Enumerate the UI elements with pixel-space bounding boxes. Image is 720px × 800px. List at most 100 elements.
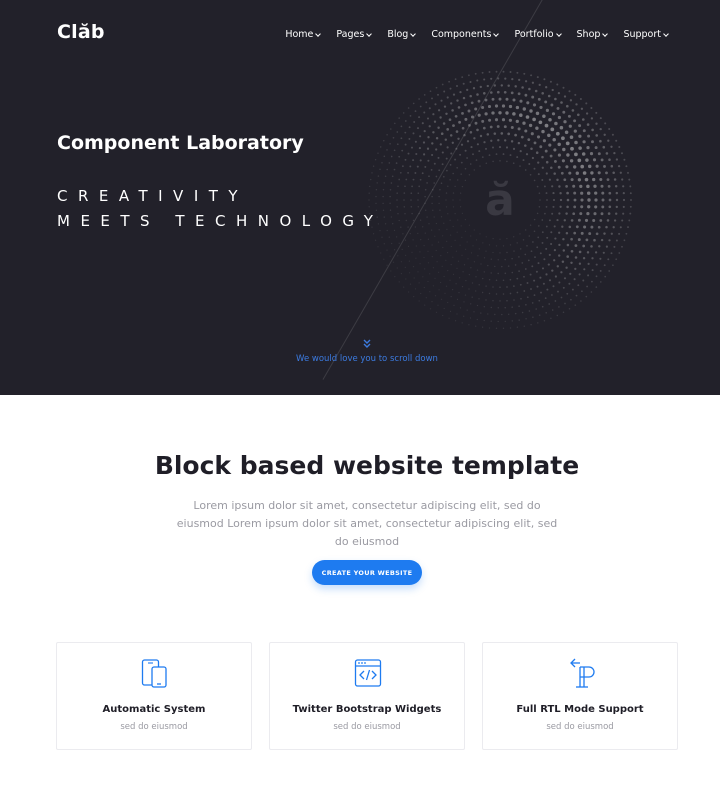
pattern-dot	[545, 273, 548, 276]
nav-item-home[interactable]: Home	[285, 29, 322, 40]
pattern-dot	[403, 286, 405, 288]
pattern-dot	[618, 146, 621, 148]
nav-item-support[interactable]: Support	[623, 29, 669, 40]
pattern-dot	[530, 250, 533, 253]
pattern-dot	[437, 156, 440, 159]
pattern-dot	[564, 302, 566, 305]
feature-card-automatic-system[interactable]: Automatic System sed do eiusmod	[56, 642, 252, 750]
pattern-dot	[574, 267, 577, 271]
chevron-down-icon	[493, 30, 500, 37]
pattern-dot	[418, 116, 421, 119]
pattern-dot	[557, 153, 561, 157]
pattern-dot	[418, 185, 421, 188]
pattern-dot	[595, 111, 598, 114]
pattern-dot	[544, 123, 549, 128]
pattern-dot	[410, 199, 412, 201]
hero-tagline-line2: MEETS TECHNOLOGY	[57, 212, 384, 230]
pattern-dot	[461, 236, 463, 238]
pattern-dot	[404, 239, 407, 241]
pattern-dot	[627, 171, 629, 174]
pattern-dot	[568, 90, 571, 93]
pattern-dot	[433, 182, 435, 184]
pattern-dot	[537, 322, 539, 324]
pattern-dot	[593, 212, 597, 216]
pattern-dot	[530, 132, 534, 136]
pattern-dot	[569, 159, 574, 163]
pattern-dot	[580, 164, 585, 169]
pattern-dot	[608, 198, 612, 202]
pattern-dot	[402, 233, 404, 235]
nav-item-pages[interactable]: Pages	[336, 29, 373, 40]
pattern-dot	[541, 219, 544, 221]
pattern-dot	[477, 113, 481, 117]
pattern-dot	[431, 153, 434, 157]
nav-item-portfolio[interactable]: Portfolio	[514, 29, 562, 40]
pattern-dot	[615, 139, 618, 142]
pattern-dot	[439, 116, 442, 119]
site-logo[interactable]: Clăb	[57, 21, 105, 43]
pattern-dot	[558, 231, 561, 234]
nav-item-blog[interactable]: Blog	[387, 29, 417, 40]
pattern-dot	[414, 110, 417, 112]
pattern-dot	[497, 77, 500, 80]
pattern-dot	[525, 229, 527, 231]
pattern-dot	[548, 303, 551, 305]
pattern-dot	[440, 298, 443, 300]
feature-card-bootstrap-widgets[interactable]: Twitter Bootstrap Widgets sed do eiusmod	[269, 642, 465, 750]
pattern-dot	[482, 126, 486, 130]
pattern-dot	[473, 137, 476, 140]
pattern-dot	[581, 152, 586, 156]
pattern-dot	[603, 164, 606, 168]
pattern-dot	[546, 199, 548, 201]
pattern-dot	[452, 225, 454, 228]
nav-item-shop[interactable]: Shop	[577, 29, 609, 40]
pattern-dot	[541, 166, 544, 169]
nav-item-components[interactable]: Components	[431, 29, 500, 40]
double-chevron-down-icon[interactable]	[362, 339, 372, 349]
pattern-dot	[458, 120, 462, 124]
pattern-dot	[434, 295, 437, 297]
pattern-dot	[451, 109, 454, 112]
pattern-dot	[529, 273, 532, 276]
pattern-dot	[458, 291, 460, 294]
pattern-dot	[543, 320, 546, 322]
scroll-down-hint[interactable]: We would love you to scroll down	[0, 354, 720, 364]
pattern-dot	[456, 298, 459, 301]
pattern-dot	[490, 306, 492, 309]
pattern-dot	[458, 277, 461, 279]
create-website-button[interactable]: CREATE YOUR WEBSITE	[312, 560, 422, 585]
pattern-dot	[590, 225, 594, 229]
pattern-dot	[599, 177, 603, 182]
pattern-dot	[521, 311, 524, 314]
pattern-dot	[554, 97, 557, 101]
pattern-dot	[443, 275, 445, 278]
pattern-dot	[595, 134, 599, 137]
pattern-dot	[578, 124, 582, 128]
pattern-dot	[562, 286, 565, 289]
pattern-dot	[454, 114, 458, 118]
pattern-dot	[557, 165, 561, 169]
pattern-dot	[429, 273, 431, 275]
pattern-dot	[501, 118, 506, 122]
pattern-dot	[544, 212, 546, 215]
pattern-dot	[428, 175, 430, 178]
pattern-dot	[629, 212, 632, 215]
pattern-dot	[460, 161, 463, 164]
pattern-dot	[514, 312, 517, 315]
pattern-dot	[422, 141, 426, 144]
pattern-dot	[413, 121, 416, 123]
pattern-dot	[456, 179, 459, 181]
feature-card-rtl-support[interactable]: Full RTL Mode Support sed do eiusmod	[482, 642, 678, 750]
pattern-dot	[578, 273, 581, 276]
pattern-dot	[478, 284, 480, 286]
pattern-dot	[424, 202, 426, 205]
pattern-dot	[613, 245, 616, 248]
pattern-dot	[404, 131, 407, 134]
pattern-dot	[517, 141, 521, 145]
pattern-dot	[499, 252, 501, 254]
pattern-dot	[531, 265, 534, 268]
pattern-dot	[566, 255, 569, 258]
pattern-dot	[389, 189, 392, 191]
pattern-dot	[526, 282, 529, 284]
pattern-dot	[408, 126, 411, 129]
